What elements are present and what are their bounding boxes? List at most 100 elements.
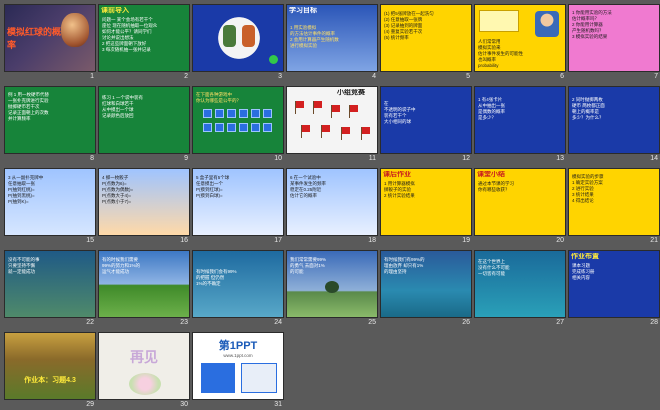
slide-21-canvas[interactable]: 模拟实验的步骤 1 确定实验方案 2 进行实验 3 统计结果 4 得出结论	[568, 168, 660, 236]
slide-5-canvas[interactable]: (1) 把5张牌放在一起洗匀 (2) 任意抽取一张牌 (3) 记录抽到的牌面 (…	[380, 4, 472, 72]
slide-8-canvas[interactable]: 例 1 用一枚硬币代替 一张扑克牌进行实验 抛掷硬币若干次 记录正面朝上的次数 …	[4, 86, 96, 154]
slide-thumbnail-2[interactable]: 课前导入 问题一 某个会场有若干个 座位 现在随机抽取一位观众 如何才能公平？请…	[98, 4, 190, 84]
slide-13-canvas[interactable]: 1 有4张卡片 从中抽出一张 是偶数的概率 是多少？	[474, 86, 566, 154]
slide-12-line: 大小相同的球	[384, 119, 411, 124]
slide-6-line: probability	[478, 63, 499, 68]
slide-4-canvas[interactable]: 学习目标 1 用实验模拟 的方法估计事件的概率 2 会用计算器产生随机数 进行模…	[286, 4, 378, 72]
slide-thumbnail-9[interactable]: 练习 1 一个袋中装有 红球和白球若干 从中摸出一个球 记录颜色后放回 9	[98, 86, 190, 166]
slide-13-body: 1 有4张卡片 从中抽出一张 是偶数的概率 是多少？	[478, 97, 562, 121]
slide-20-canvas[interactable]: 课堂小结 通过本节课的学习 你有哪些收获？	[474, 168, 566, 236]
option-tile[interactable]	[251, 109, 260, 118]
slide-29-canvas[interactable]: 作业本：习题4.3	[4, 332, 96, 400]
slide-31-canvas[interactable]: 第1PPT www.1ppt.com	[192, 332, 284, 400]
slide-17-body: 5 盒子里有5个球 任意摸出一个 P(摸到红球)= P(摸到白球)=	[196, 175, 280, 199]
slide-4-line: 进行模拟实验	[290, 43, 317, 48]
slide-thumbnail-17[interactable]: 5 盒子里有5个球 任意摸出一个 P(摸到红球)= P(摸到白球)= 17	[192, 168, 284, 248]
slide-thumbnail-13[interactable]: 1 有4张卡片 从中抽出一张 是偶数的概率 是多少？ 13	[474, 86, 566, 166]
slide-17-canvas[interactable]: 5 盒子里有5个球 任意摸出一个 P(摸到红球)= P(摸到白球)=	[192, 168, 284, 236]
slide-thumbnail-3[interactable]: 3	[192, 4, 284, 84]
slide-thumbnail-22[interactable]: 没有不可能的事 只要坚持不懈 就一定能成功 22	[4, 250, 96, 330]
slide-thumbnail-18[interactable]: 6 在一个试验中 某事件发生的频率 稳定在0.25附近 估计它的概率 18	[286, 168, 378, 248]
slide-21-line: 4 得出结论	[572, 198, 594, 203]
slide-8-body: 例 1 用一枚硬币代替 一张扑克牌进行实验 抛掷硬币若干次 记录正面朝上的次数 …	[8, 92, 92, 122]
slide-thumbnail-12[interactable]: 在 不透明的袋子中 装有若干个 大小相同的球 12	[380, 86, 472, 166]
slide-thumbnail-30[interactable]: 再见 30	[98, 332, 190, 410]
slide-3-canvas[interactable]	[192, 4, 284, 72]
slide-18-canvas[interactable]: 6 在一个试验中 某事件发生的频率 稳定在0.25附近 估计它的概率	[286, 168, 378, 236]
option-tile[interactable]	[203, 123, 212, 132]
slide-number-8: 8	[90, 155, 94, 162]
slide-thumbnail-31[interactable]: 第1PPT www.1ppt.com 31	[192, 332, 284, 410]
slide-9-canvas[interactable]: 练习 1 一个袋中装有 红球和白球若干 从中摸出一个球 记录颜色后放回	[98, 86, 190, 154]
slide-10-canvas[interactable]: 在下面各种游戏中 你认为哪些是公平的？	[192, 86, 284, 154]
slide-15-canvas[interactable]: 3 从一副扑克牌中 任意抽取一张 P(抽到红桃)= P(抽到黑桃)= P(抽到K…	[4, 168, 96, 236]
slide-27-canvas[interactable]: 在这个世界上 没有什么不可能 一切皆有可能	[474, 250, 566, 318]
slide-number-9: 9	[184, 155, 188, 162]
action-button-icon[interactable]	[269, 55, 278, 64]
slide-19-body: 1 用计算器模拟 掷骰子的实验 2 统计实验结果	[384, 181, 468, 199]
slide-thumbnail-20[interactable]: 课堂小结 通过本节课的学习 你有哪些收获？ 20	[474, 168, 566, 248]
slide-6-canvas[interactable]: 人们常常用 模拟实验来 估计事件发生的可能性 也叫概率 probability	[474, 4, 566, 72]
slide-thumbnail-6[interactable]: 人们常常用 模拟实验来 估计事件发生的可能性 也叫概率 probability …	[474, 4, 566, 84]
slide-12-canvas[interactable]: 在 不透明的袋子中 装有若干个 大小相同的球	[380, 86, 472, 154]
slide-thumbnail-24[interactable]: 有时候我们会有99% 的把握 但仍然 1%的不确定 24	[192, 250, 284, 330]
slide-thumbnail-1[interactable]: 模拟红球的概率 1	[4, 4, 96, 84]
slide-number-7: 7	[654, 73, 658, 80]
slide-28-canvas[interactable]: 作业布置 课本习题 完成练习册 相关内容	[568, 250, 660, 318]
slide-thumbnail-16[interactable]: 4 掷一枚骰子 P(点数为6)= P(点数为偶数)= P(点数大于4)= P(点…	[98, 168, 190, 248]
option-tile[interactable]	[251, 123, 260, 132]
red-flag-icon	[301, 125, 310, 138]
slide-thumbnail-26[interactable]: 有时候我们有99%的 理由放弃 却只有1% 的理由坚持 26	[380, 250, 472, 330]
slide-11-canvas[interactable]: 小组竞赛	[286, 86, 378, 154]
option-tile[interactable]	[239, 109, 248, 118]
option-tile[interactable]	[215, 123, 224, 132]
slide-16-canvas[interactable]: 4 掷一枚骰子 P(点数为6)= P(点数为偶数)= P(点数大于4)= P(点…	[98, 168, 190, 236]
option-tile[interactable]	[263, 123, 272, 132]
slide-thumbnail-27[interactable]: 在这个世界上 没有什么不可能 一切皆有可能 27	[474, 250, 566, 330]
slide-25-canvas[interactable]: 我们常常需要99% 的勇气 去面对1% 的可能	[286, 250, 378, 318]
slide-sorter-view: 模拟红球的概率 1 课前导入 问题一 某个会场有若干个 座位 现在随机抽取一位观…	[0, 0, 660, 410]
slide-26-canvas[interactable]: 有时候我们有99%的 理由放弃 却只有1% 的理由坚持	[380, 250, 472, 318]
slide-number-2: 2	[184, 73, 188, 80]
slide-thumbnail-7[interactable]: 1 你能用实验的方法 估计概率吗？ 2 你能用计算器 产生随机数吗？ 3 模拟实…	[568, 4, 660, 84]
slide-thumbnail-5[interactable]: (1) 把5张牌放在一起洗匀 (2) 任意抽取一张牌 (3) 记录抽到的牌面 (…	[380, 4, 472, 84]
slide-19-canvas[interactable]: 课后作业 1 用计算器模拟 掷骰子的实验 2 统计实验结果	[380, 168, 472, 236]
slide-thumbnail-29[interactable]: 作业本：习题4.3 29	[4, 332, 96, 410]
slide-30-canvas[interactable]: 再见	[98, 332, 190, 400]
slide-thumbnail-14[interactable]: 2 同时抛掷两枚 硬币 两枚都正面 朝上的概率是 多少？为什么？ 14	[568, 86, 660, 166]
tree-icon	[325, 281, 339, 293]
slide-thumbnail-4[interactable]: 学习目标 1 用实验模拟 的方法估计事件的概率 2 会用计算器产生随机数 进行模…	[286, 4, 378, 84]
slide-thumbnail-28[interactable]: 作业布置 课本习题 完成练习册 相关内容 28	[568, 250, 660, 330]
slide-thumbnail-10[interactable]: 在下面各种游戏中 你认为哪些是公平的？ 10	[192, 86, 284, 166]
slide-23-canvas[interactable]: 有的时候我们需要 99%的努力和1%的 运气才能成功	[98, 250, 190, 318]
option-tile[interactable]	[263, 109, 272, 118]
option-tile[interactable]	[239, 123, 248, 132]
slide-thumbnail-23[interactable]: 有的时候我们需要 99%的努力和1%的 运气才能成功 23	[98, 250, 190, 330]
slide-22-canvas[interactable]: 没有不可能的事 只要坚持不懈 就一定能成功	[4, 250, 96, 318]
option-tile[interactable]	[227, 109, 236, 118]
option-tile[interactable]	[203, 109, 212, 118]
slide-thumbnail-25[interactable]: 我们常常需要99% 的勇气 去面对1% 的可能 25	[286, 250, 378, 330]
slide-7-canvas[interactable]: 1 你能用实验的方法 估计概率吗？ 2 你能用计算器 产生随机数吗？ 3 模拟实…	[568, 4, 660, 72]
slide-20-line: 你有哪些收获？	[478, 187, 510, 192]
slide-thumbnail-11[interactable]: 小组竞赛 11	[286, 86, 378, 166]
option-tile[interactable]	[215, 109, 224, 118]
slide-24-canvas[interactable]: 有时候我们会有99% 的把握 但仍然 1%的不确定	[192, 250, 284, 318]
slide-thumbnail-19[interactable]: 课后作业 1 用计算器模拟 掷骰子的实验 2 统计实验结果 19	[380, 168, 472, 248]
slide-1-canvas[interactable]: 模拟红球的概率	[4, 4, 96, 72]
slide-thumbnail-15[interactable]: 3 从一副扑克牌中 任意抽取一张 P(抽到红桃)= P(抽到黑桃)= P(抽到K…	[4, 168, 96, 248]
option-tile[interactable]	[227, 123, 236, 132]
slide-24-body: 有时候我们会有99% 的把握 但仍然 1%的不确定	[196, 269, 280, 287]
slide-21-body: 模拟实验的步骤 1 确定实验方案 2 进行实验 3 统计结果 4 得出结论	[572, 174, 656, 204]
person-icon	[223, 25, 236, 47]
slide-20-title: 课堂小结	[477, 171, 505, 178]
flower-image	[129, 373, 161, 395]
slide-thumbnail-21[interactable]: 模拟实验的步骤 1 确定实验方案 2 进行实验 3 统计结果 4 得出结论 21	[568, 168, 660, 248]
slide-23-line: 运气才能成功	[102, 269, 129, 274]
slide-28-body: 课本习题 完成练习册 相关内容	[572, 263, 656, 281]
slide-thumbnail-8[interactable]: 例 1 用一枚硬币代替 一张扑克牌进行实验 抛掷硬币若干次 记录正面朝上的次数 …	[4, 86, 96, 166]
slide-7-body: 1 你能用实验的方法 估计概率吗？ 2 你能用计算器 产生随机数吗？ 3 模拟实…	[572, 10, 656, 40]
slide-14-canvas[interactable]: 2 同时抛掷两枚 硬币 两枚都正面 朝上的概率是 多少？为什么？	[568, 86, 660, 154]
slide-17-line: P(摸到白球)=	[196, 193, 223, 198]
slide-2-canvas[interactable]: 课前导入 问题一 某个会场有若干个 座位 现在随机抽取一位观众 如何才能公平？请…	[98, 4, 190, 72]
